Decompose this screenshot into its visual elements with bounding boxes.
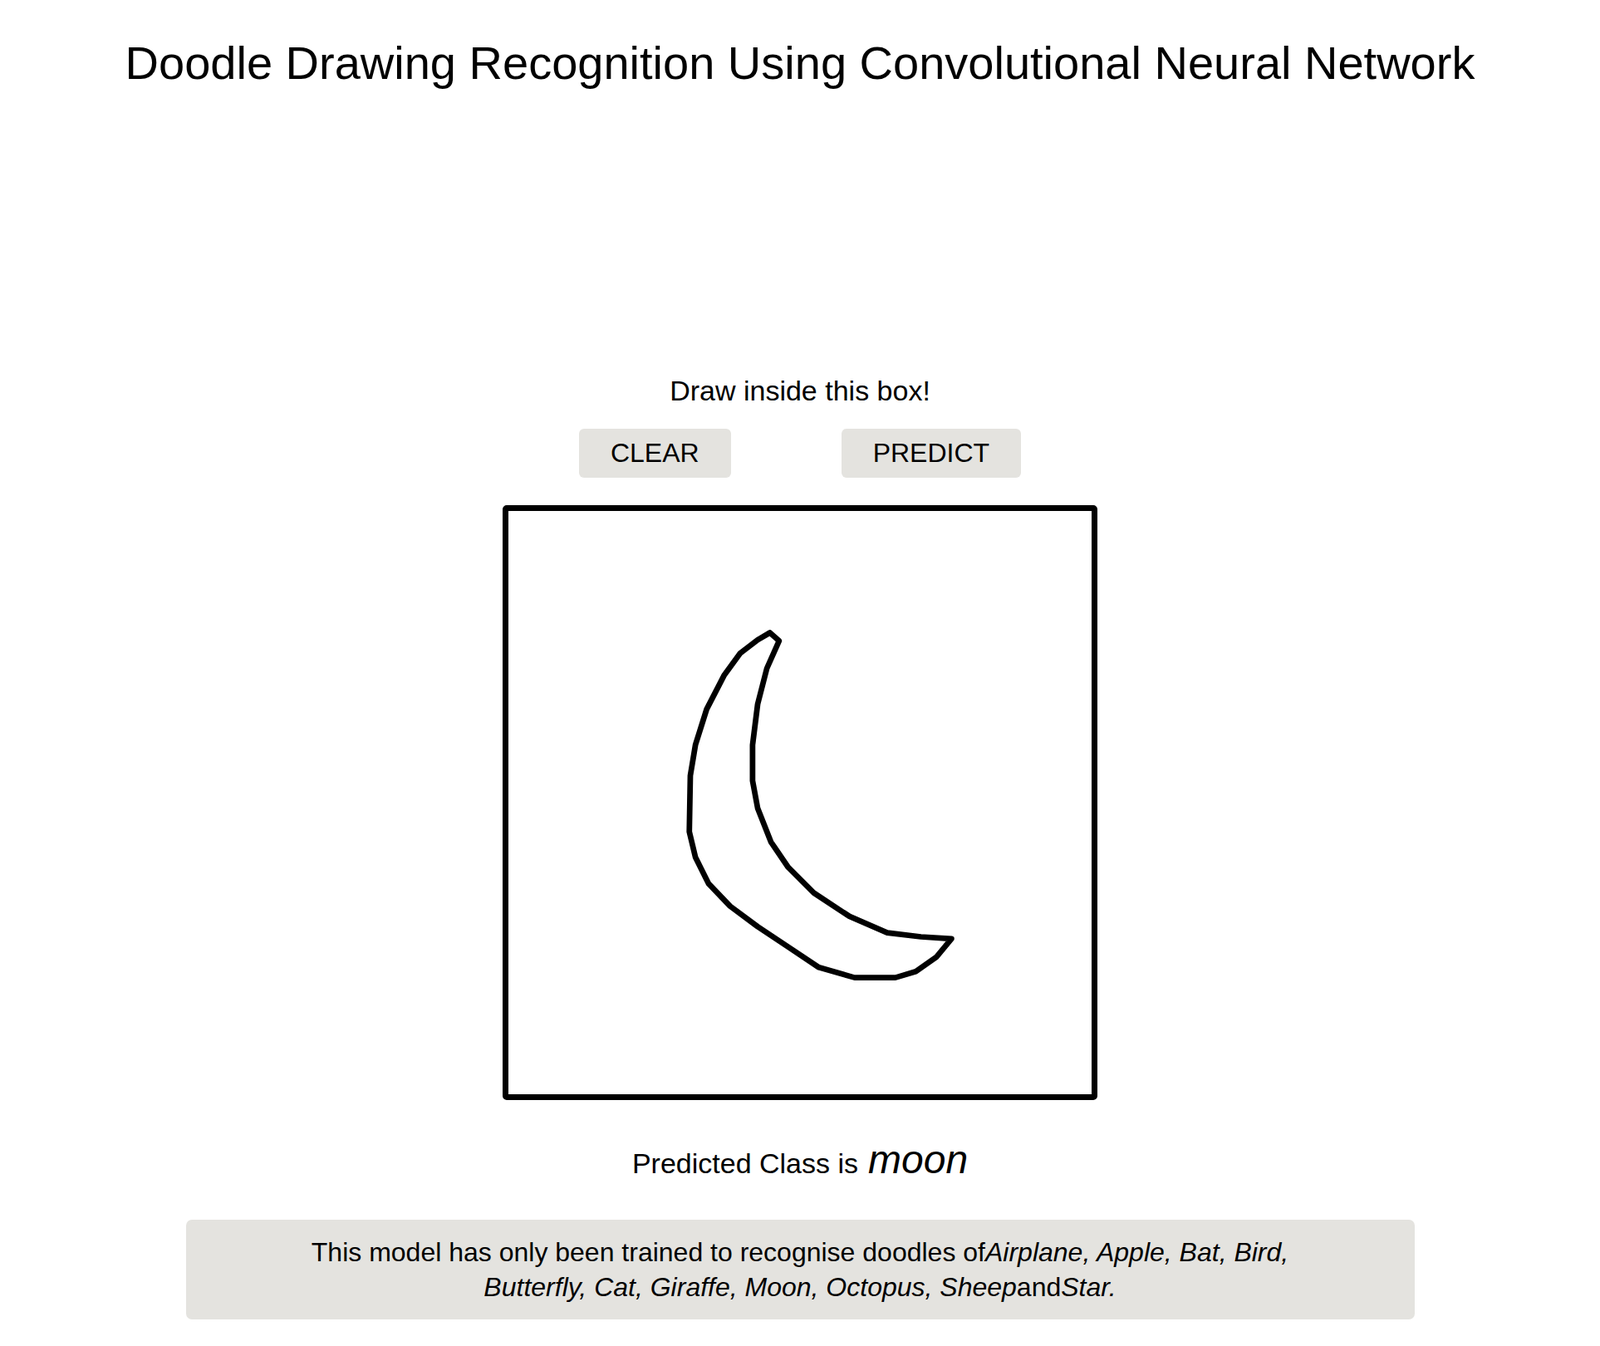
button-row: CLEAR PREDICT — [579, 428, 1021, 478]
page-title: Doodle Drawing Recognition Using Convolu… — [125, 0, 1476, 90]
classes-note: This model has only been trained to reco… — [186, 1219, 1415, 1320]
draw-prompt: Draw inside this box! — [669, 373, 931, 408]
predicted-class: moon — [868, 1136, 968, 1183]
note-last-class: Star. — [1060, 1271, 1116, 1302]
drawing-canvas[interactable] — [502, 505, 1098, 1100]
note-conjunction: and — [1016, 1271, 1061, 1302]
moon-doodle-icon — [502, 505, 1098, 1100]
prediction-result: Predicted Class ismoon — [632, 1136, 968, 1187]
clear-button[interactable]: CLEAR — [579, 428, 732, 478]
note-text: This model has only been trained to reco… — [311, 1236, 986, 1267]
predict-button[interactable]: PREDICT — [841, 428, 1021, 478]
page: Doodle Drawing Recognition Using Convolu… — [0, 0, 1600, 1345]
prediction-label: Predicted Class is — [632, 1139, 859, 1187]
